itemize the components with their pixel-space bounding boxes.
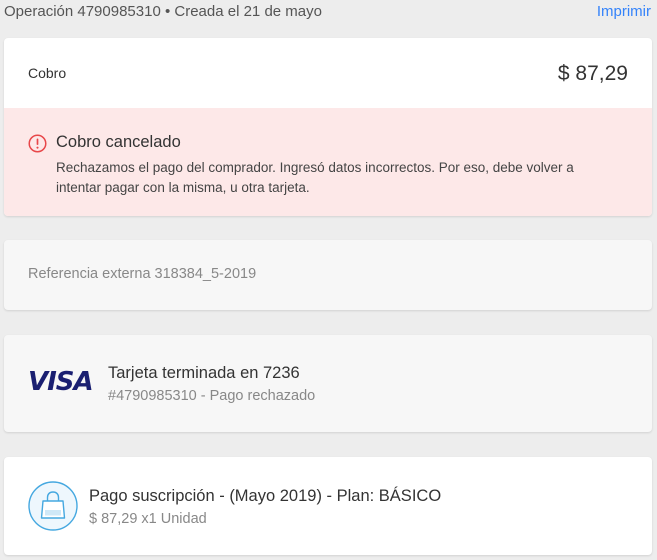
reference-card: Referencia externa 318384_5-2019 [4,240,652,310]
charge-label: Cobro [28,65,67,81]
cancelled-alert: Cobro cancelado Rechazamos el pago del c… [4,108,652,216]
item-subtitle: $ 87,29 x1 Unidad [89,511,207,527]
alert-circle-icon [28,134,47,153]
print-link[interactable]: Imprimir [597,3,651,20]
card-subtitle: #4790985310 - Pago rechazado [108,388,316,404]
item-title: Pago suscripción - (Mayo 2019) - Plan: B… [89,487,442,505]
charge-row: Cobro $ 87,29 [4,38,652,108]
operation-info: Operación 4790985310 • Creada el 21 de m… [4,3,322,20]
charge-amount: $ 87,29 [557,62,628,85]
item-card: Pago suscripción - (Mayo 2019) - Plan: B… [4,457,652,555]
payment-method-card: VISA Tarjeta terminada en 7236 #47909853… [4,335,652,432]
visa-logo: VISA [28,367,94,397]
operation-header: Operación 4790985310 • Creada el 21 de m… [0,0,657,26]
charge-card: Cobro $ 87,29 Cobro cancelado Rechazamos… [4,38,652,216]
alert-description: Rechazamos el pago del comprador. Ingres… [56,160,574,195]
external-reference: Referencia externa 318384_5-2019 [28,266,257,282]
alert-title: Cobro cancelado [56,133,181,151]
shopping-bag-icon [28,481,78,531]
card-title: Tarjeta terminada en 7236 [108,364,300,382]
